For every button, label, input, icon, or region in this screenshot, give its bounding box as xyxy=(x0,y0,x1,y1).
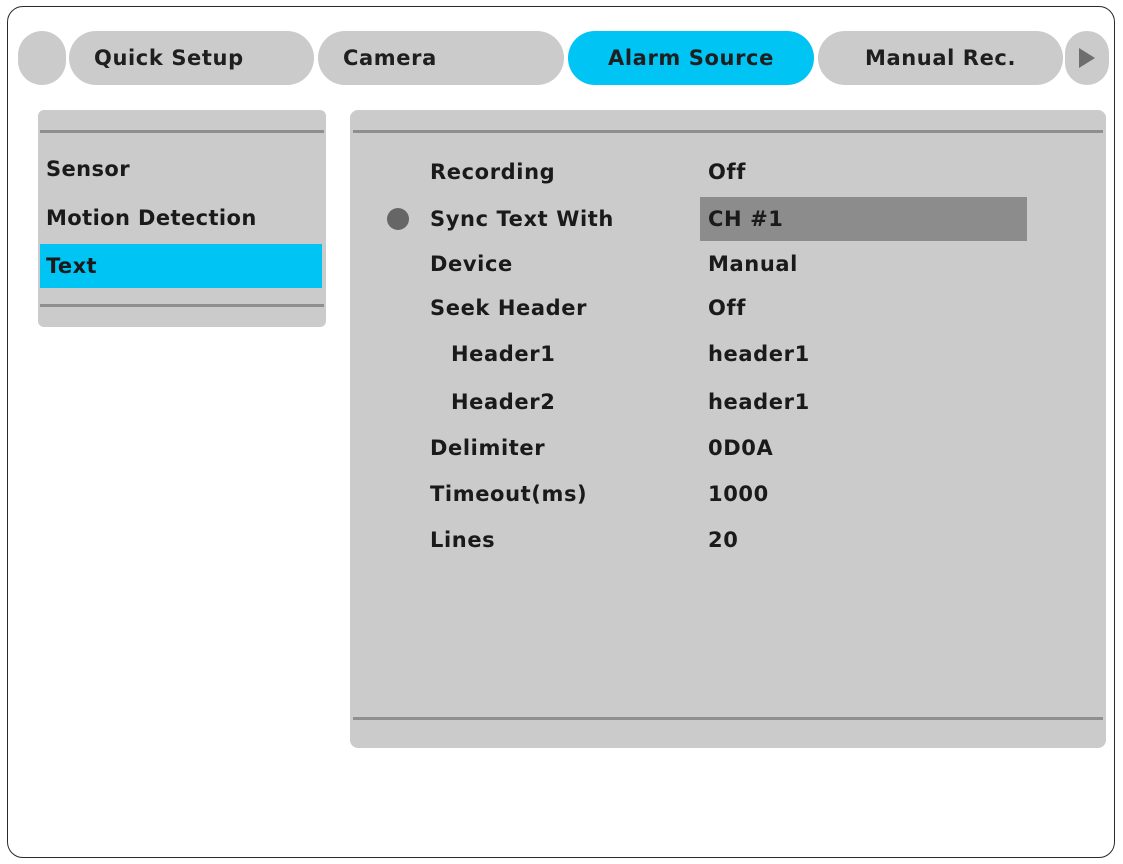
setting-row-timeout: Timeout(ms) 1000 xyxy=(350,472,1106,516)
setting-row-header1: Header1 header1 xyxy=(350,332,1106,376)
sidebar-item-text[interactable]: Text xyxy=(40,244,322,288)
setting-label-seek-header: Seek Header xyxy=(430,296,588,320)
setting-value-header2[interactable]: header1 xyxy=(700,380,1027,424)
tab-manual-rec[interactable]: Manual Rec. xyxy=(818,31,1063,85)
setting-label-lines: Lines xyxy=(430,528,496,552)
setting-row-sync-text-with: Sync Text With CH #1 xyxy=(350,197,1106,241)
panel-bottom-divider xyxy=(353,717,1103,720)
setting-label-timeout: Timeout(ms) xyxy=(430,482,588,506)
text-settings-panel: Recording Off Sync Text With CH #1 Devic… xyxy=(350,110,1106,748)
sidebar: Sensor Motion Detection Text xyxy=(38,110,326,327)
setting-value-device[interactable]: Manual xyxy=(700,242,1027,286)
setting-row-delimiter: Delimiter 0D0A xyxy=(350,426,1106,470)
sidebar-item-motion-detection[interactable]: Motion Detection xyxy=(40,196,322,240)
setting-label-recording: Recording xyxy=(430,160,556,184)
setting-row-lines: Lines 20 xyxy=(350,518,1106,562)
setting-value-recording[interactable]: Off xyxy=(700,150,1027,194)
setting-value-timeout[interactable]: 1000 xyxy=(700,472,1027,516)
tab-next-button[interactable] xyxy=(1065,31,1109,85)
setting-label-delimiter: Delimiter xyxy=(430,436,546,460)
tab-quick-setup[interactable]: Quick Setup xyxy=(69,31,314,85)
setting-label-device: Device xyxy=(430,252,513,276)
setting-value-header1[interactable]: header1 xyxy=(700,332,1027,376)
setting-value-sync-text-with[interactable]: CH #1 xyxy=(700,197,1027,241)
tab-home-dot[interactable] xyxy=(18,31,66,85)
setting-label-header1: Header1 xyxy=(451,342,556,366)
sidebar-item-sensor[interactable]: Sensor xyxy=(40,147,322,191)
setting-row-header2: Header2 header1 xyxy=(350,380,1106,424)
play-right-arrow-icon xyxy=(1079,48,1095,68)
focus-bullet-icon xyxy=(387,208,409,230)
panel-top-divider xyxy=(353,130,1103,133)
sidebar-bottom-divider xyxy=(40,304,324,307)
sidebar-top-divider xyxy=(40,130,324,133)
setting-label-sync-text-with: Sync Text With xyxy=(430,207,614,231)
setting-value-lines[interactable]: 20 xyxy=(700,518,1027,562)
setting-row-recording: Recording Off xyxy=(350,150,1106,194)
tab-alarm-source[interactable]: Alarm Source xyxy=(568,31,814,85)
setting-row-device: Device Manual xyxy=(350,242,1106,286)
tab-camera[interactable]: Camera xyxy=(318,31,564,85)
setting-label-header2: Header2 xyxy=(451,390,556,414)
setting-value-seek-header[interactable]: Off xyxy=(700,286,1027,330)
setting-value-delimiter[interactable]: 0D0A xyxy=(700,426,1027,470)
setting-row-seek-header: Seek Header Off xyxy=(350,286,1106,330)
